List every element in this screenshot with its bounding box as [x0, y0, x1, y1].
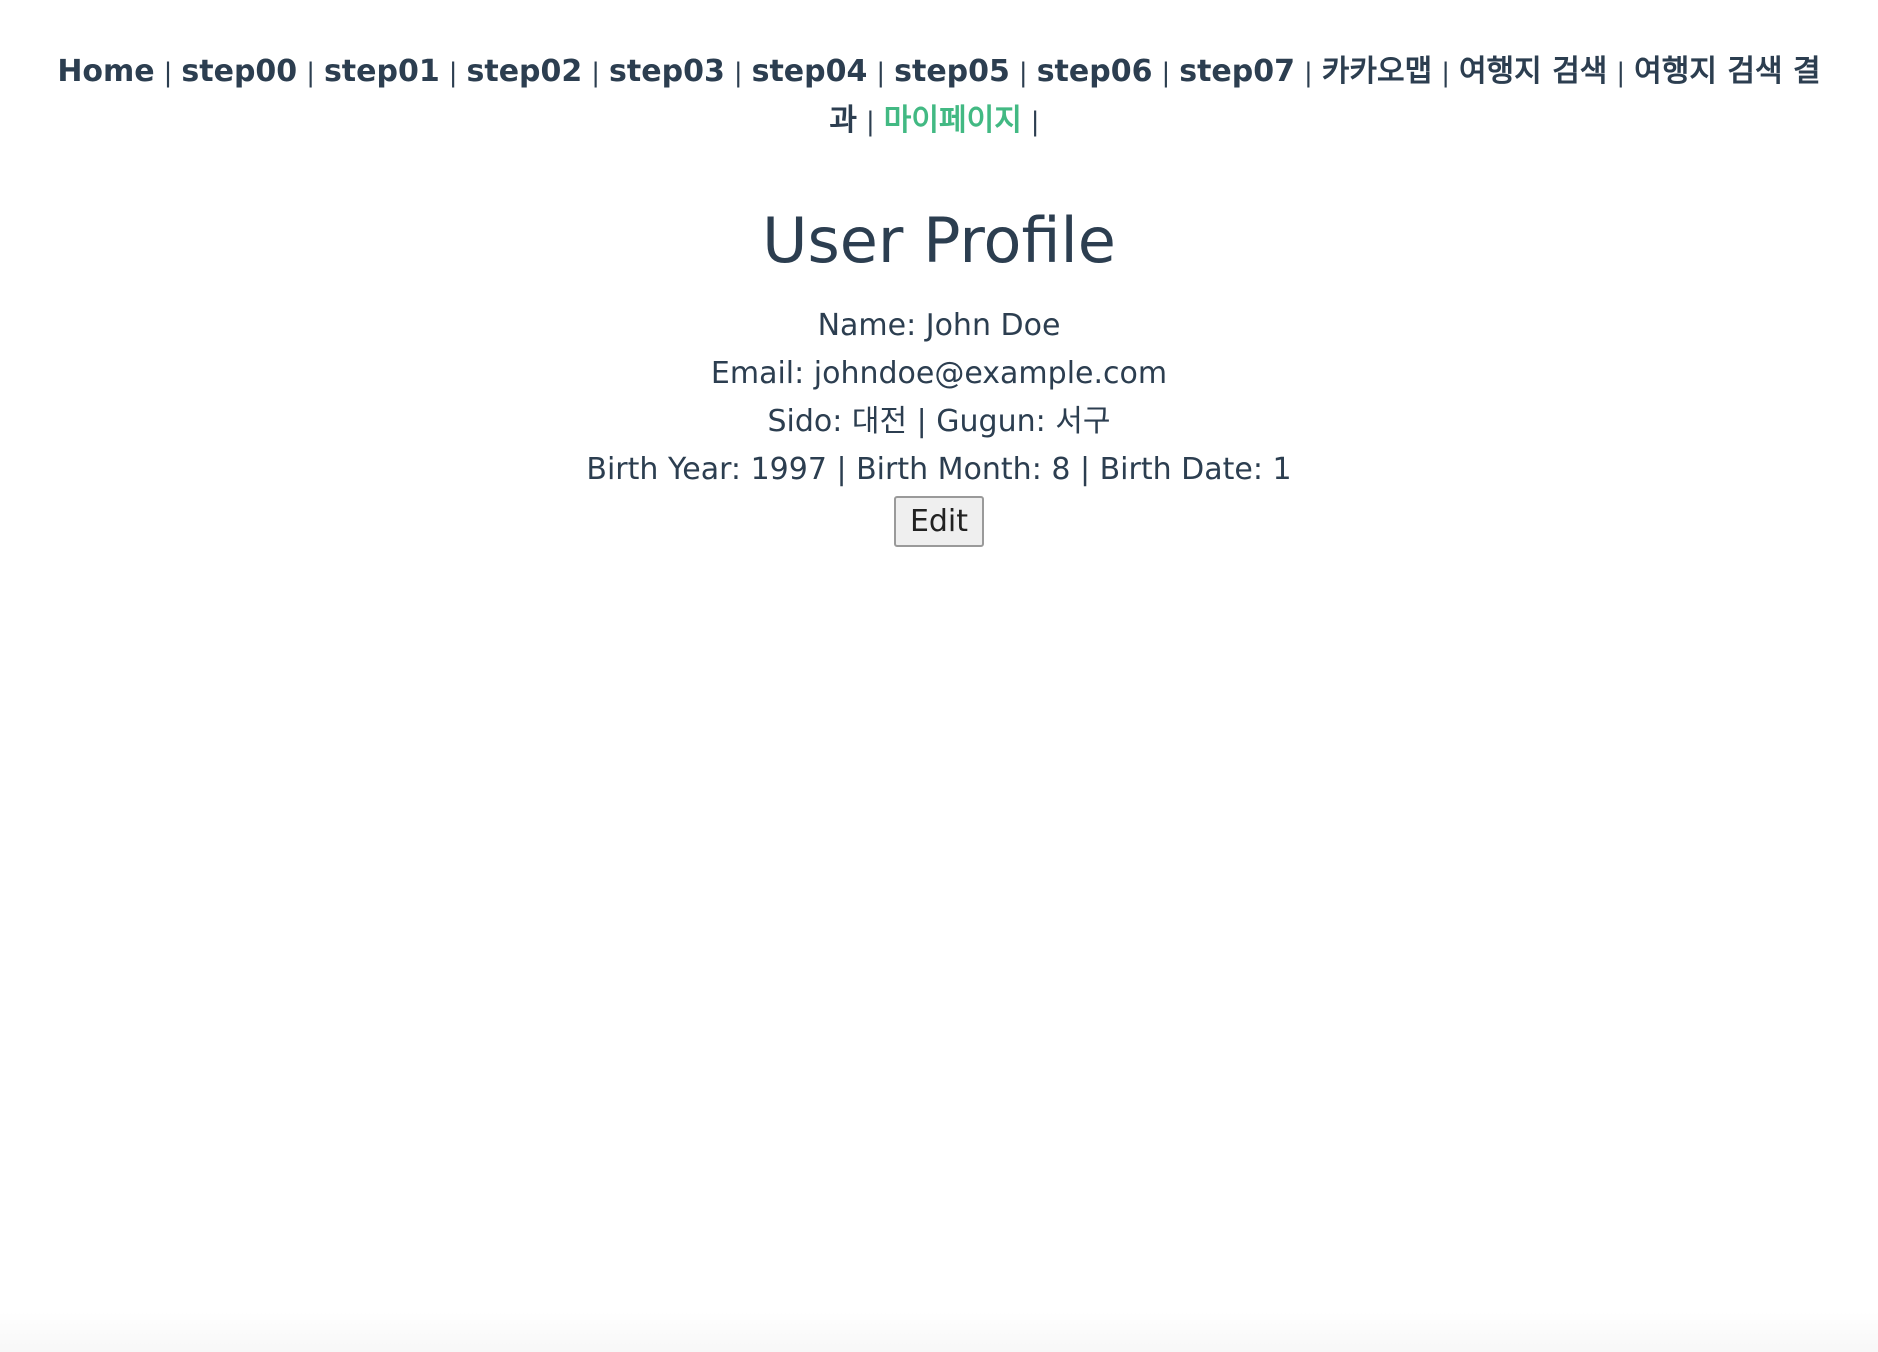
nav-link-step02[interactable]: step02	[467, 54, 583, 89]
nav-link-step05[interactable]: step05	[894, 54, 1010, 89]
nav-link-home[interactable]: Home	[57, 54, 154, 89]
nav-separator: |	[866, 107, 875, 137]
nav-link-kakaomap[interactable]: 카카오맵	[1322, 54, 1432, 89]
page-title: User Profile	[762, 204, 1116, 277]
edit-button[interactable]: Edit	[893, 496, 985, 547]
nav-separator: |	[876, 58, 886, 88]
profile-region: Sido: 대전 | Gugun: 서구	[767, 404, 1111, 439]
nav-separator: |	[306, 58, 315, 88]
nav-link-step01[interactable]: step01	[324, 54, 440, 89]
nav-separator: |	[448, 58, 458, 88]
nav-link-step06[interactable]: step06	[1037, 54, 1153, 89]
nav-separator: |	[1616, 58, 1626, 88]
nav-separator: |	[591, 58, 601, 88]
nav-separator: |	[163, 58, 173, 88]
nav-separator: |	[1030, 107, 1040, 137]
nav-link-step00[interactable]: step00	[181, 54, 297, 89]
user-profile-section: User Profile Name: John Doe Email: johnd…	[0, 206, 1878, 547]
profile-name: Name: John Doe	[817, 308, 1061, 343]
nav-link-step04[interactable]: step04	[752, 54, 868, 89]
top-nav: Home | step00 | step01 | step02 | step03 | step04 |…	[0, 0, 1878, 146]
bottom-fade	[0, 1312, 1878, 1352]
app-root: Home | step00 | step01 | step02 | step03 | step04 |…	[0, 0, 1878, 1352]
nav-separator: |	[1018, 58, 1028, 88]
nav-link-destination-search[interactable]: 여행지 검색	[1459, 54, 1607, 89]
nav-separator: |	[1441, 58, 1450, 88]
nav-separator: |	[1161, 58, 1171, 88]
nav-link-step03[interactable]: step03	[609, 54, 725, 89]
nav-link-mypage[interactable]: 마이페이지	[884, 103, 1022, 138]
profile-email: Email: johndoe@example.com	[710, 356, 1168, 391]
nav-link-step07[interactable]: step07	[1179, 54, 1295, 89]
nav-separator: |	[1304, 58, 1313, 88]
profile-birth: Birth Year: 1997 | Birth Month: 8 | Birt…	[586, 452, 1292, 487]
nav-separator: |	[733, 58, 743, 88]
